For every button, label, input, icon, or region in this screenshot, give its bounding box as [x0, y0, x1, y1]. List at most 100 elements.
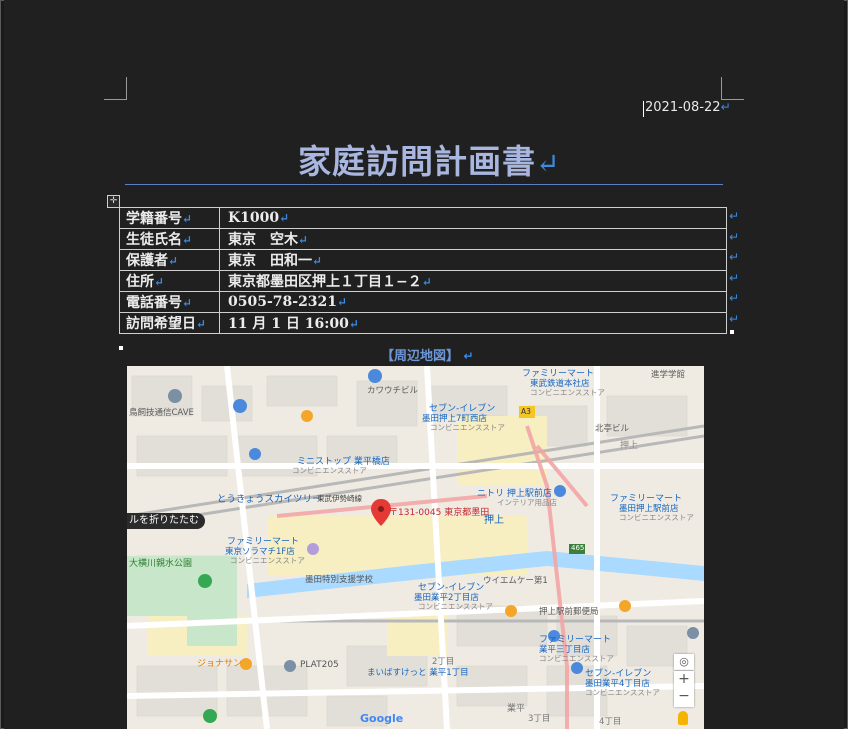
- key-text: 住所: [126, 274, 154, 290]
- table-value-cell[interactable]: 東京都墨田区押上１丁目１−２↵: [219, 270, 727, 292]
- map-label-skytree-station: とうきょうスカイツリー: [217, 494, 322, 505]
- paragraph-mark: ↵: [421, 275, 432, 289]
- map-heading-text: 【周辺地図】: [381, 349, 460, 364]
- table-key-cell[interactable]: 保護者↵: [119, 249, 220, 271]
- paragraph-mark: ↵: [720, 100, 731, 114]
- map-heading[interactable]: 【周辺地図】 ↵: [381, 345, 474, 364]
- table-value-cell[interactable]: 東京 空木↵: [219, 228, 727, 250]
- map-label-oshiage-area: 押上: [620, 441, 639, 451]
- zoom-in-icon[interactable]: +: [674, 671, 694, 688]
- map-label-park: 大横川親水公園: [129, 559, 193, 569]
- google-logo: Google: [360, 712, 404, 725]
- map-label-kitakyo: 北亭ビル: [595, 424, 630, 434]
- zoom-controls[interactable]: + −: [674, 671, 694, 707]
- map-label-mabashi: まいばすけっと 業平1丁目: [367, 668, 469, 678]
- table-row[interactable]: 保護者↵ 東京 田和一↵: [119, 249, 727, 271]
- table-row[interactable]: 学籍番号↵ K1000↵: [119, 207, 727, 229]
- locate-icon[interactable]: ◎: [674, 654, 694, 670]
- map-label-plat: PLAT205: [300, 660, 339, 670]
- map-label-chome3: 3丁目: [528, 714, 551, 724]
- map-route-465: 465: [571, 544, 585, 552]
- value-text: 東京 田和一: [228, 253, 312, 269]
- map-label-kawauchi: カワウチビル: [367, 386, 419, 396]
- table-key-cell[interactable]: 訪問希望日↵: [119, 312, 220, 334]
- date-text: 2021-08-22: [645, 100, 721, 115]
- key-text: 電話番号: [126, 295, 182, 311]
- zoom-out-icon[interactable]: −: [674, 688, 694, 705]
- table-row[interactable]: 訪問希望日↵ 11 月 1 日 16:00↵: [119, 312, 727, 334]
- title-text: 家庭訪問計画書: [298, 142, 536, 181]
- collapse-panel-button[interactable]: ルを折りたたむ: [127, 513, 205, 529]
- map-pin-label: 〒131-0045 東京都墨田: [389, 508, 490, 518]
- table-value-cell[interactable]: 0505-78-2321↵: [219, 291, 727, 313]
- paragraph-mark: ↵: [168, 254, 179, 268]
- table-row[interactable]: 生徒氏名↵ 東京 空木↵: [119, 228, 727, 250]
- map-label-nitori-type: インテリア用品店: [497, 498, 557, 507]
- table-key-cell[interactable]: 学籍番号↵: [119, 207, 220, 229]
- text-cursor: [643, 101, 644, 117]
- document-title[interactable]: 家庭訪問計画書↵: [298, 135, 560, 183]
- table-row[interactable]: 住所↵ 東京都墨田区押上１丁目１−２↵: [119, 270, 727, 292]
- paragraph-mark: ↵: [154, 275, 165, 289]
- paragraph-mark: ↵: [348, 317, 359, 331]
- map-label-tobu-line: 東武伊勢崎線: [317, 494, 362, 503]
- paragraph-mark: ↵: [337, 295, 348, 309]
- map-label-ministop-type: コンビニエンスストア: [292, 466, 367, 475]
- value-text: 0505-78-2321: [228, 294, 338, 310]
- map-label-seven-bot-type: コンビニエンスストア: [585, 688, 660, 697]
- row-end-marks: ↵ ↵ ↵ ↵ ↵ ↵: [729, 209, 739, 332]
- value-text: 11 月 1 日 16:00: [228, 316, 349, 332]
- table-key-cell[interactable]: 生徒氏名↵: [119, 228, 220, 250]
- map-label-wakeup: ウイエムケー第1: [483, 576, 548, 586]
- row-end-mark: ↵: [729, 270, 740, 285]
- table-key-cell[interactable]: 住所↵: [119, 270, 220, 292]
- row-end-mark: ↵: [729, 291, 740, 305]
- map-label-jonasan: ジョナサン: [197, 659, 243, 669]
- table-resize-handle[interactable]: [730, 330, 734, 334]
- paragraph-mark: ↵: [463, 349, 474, 363]
- pegman-icon[interactable]: [678, 711, 688, 725]
- map-label-famima-left-type: コンビニエンスストア: [230, 556, 305, 565]
- value-text: K1000: [228, 210, 280, 226]
- key-text: 保護者: [126, 253, 168, 269]
- collapse-panel-label: ルを折りたたむ: [129, 515, 199, 526]
- key-text: 訪問希望日: [126, 316, 196, 332]
- map-route-a3: A3: [521, 407, 531, 416]
- map-label-famima-top-type: コンビニエンスストア: [530, 388, 605, 397]
- neighborhood-map-image[interactable]: 鳥飼技通信CAVE カワウチビル ファミリーマート 東武鉄道本社店 コンビニエン…: [127, 366, 704, 729]
- student-info-table[interactable]: 学籍番号↵ K1000↵ 生徒氏名↵ 東京 空木↵ 保護者↵ 東京 田和一↵ 住所↵ 東京都墨…: [119, 207, 727, 334]
- map-label-seven-mid-type: コンビニエンスストア: [418, 602, 493, 611]
- paragraph-mark: ↵: [182, 212, 193, 226]
- paragraph-mark: ↵: [279, 211, 290, 225]
- value-text: 東京 空木: [228, 232, 298, 248]
- document-date[interactable]: 2021-08-22↵: [645, 100, 731, 115]
- map-label-narihira: 業平: [507, 704, 526, 714]
- paragraph-mark: ↵: [182, 233, 193, 247]
- paragraph-mark: ↵: [298, 233, 309, 247]
- margin-corner-top-left: [104, 77, 127, 100]
- margin-corner-top-right: [721, 77, 744, 100]
- paragraph-mark: ↵: [182, 296, 193, 310]
- map-label-seven-top-type: コンビニエンスストア: [430, 423, 505, 432]
- map-label-famima-right-type: コンビニエンスストア: [619, 513, 694, 522]
- map-label-oshiage-post: 押上駅前郵便局: [539, 607, 599, 617]
- table-value-cell[interactable]: 11 月 1 日 16:00↵: [219, 312, 727, 334]
- map-label-sumida-hs: 墨田特別支援学校: [305, 575, 374, 585]
- row-end-mark: ↵: [729, 311, 740, 326]
- map-label-cave: 鳥飼技通信CAVE: [129, 408, 194, 418]
- table-value-cell[interactable]: 東京 田和一↵: [219, 249, 727, 271]
- row-end-mark: ↵: [729, 229, 740, 244]
- map-label-famima-bottom-type: コンビニエンスストア: [539, 654, 614, 663]
- row-end-mark: ↵: [729, 250, 740, 264]
- map-label-chome4: 4丁目: [599, 717, 622, 727]
- paragraph-mark: ↵: [312, 254, 323, 268]
- selection-handle[interactable]: [119, 346, 123, 350]
- table-value-cell[interactable]: K1000↵: [219, 207, 727, 229]
- title-underline: [125, 184, 723, 185]
- paragraph-mark: ↵: [536, 147, 561, 180]
- map-label-shinkiba: 進学学館: [651, 370, 686, 380]
- table-key-cell[interactable]: 電話番号↵: [119, 291, 220, 313]
- value-text: 東京都墨田区押上１丁目１−２: [228, 274, 422, 290]
- table-row[interactable]: 電話番号↵ 0505-78-2321↵: [119, 291, 727, 313]
- paragraph-mark: ↵: [196, 317, 207, 331]
